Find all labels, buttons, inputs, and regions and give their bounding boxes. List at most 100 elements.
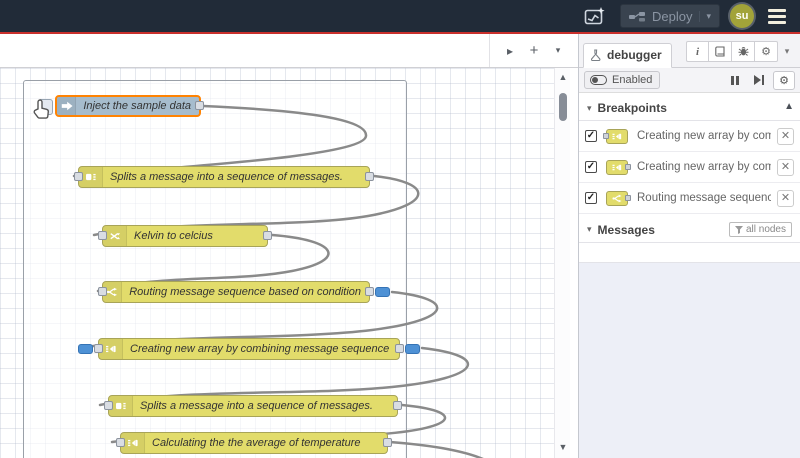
step-next-button[interactable] [749, 71, 769, 89]
workspace-tabbar: ▸ + ▾ [0, 34, 578, 68]
scroll-down-icon[interactable]: ▼ [557, 442, 569, 452]
breakpoints-collapse-icon[interactable]: ▾ [587, 103, 592, 114]
help-book-icon[interactable] [709, 41, 732, 62]
inject-icon-cell [57, 97, 77, 115]
input-port[interactable] [116, 438, 125, 447]
canvas-vertical-scrollbar[interactable]: ▲ ▼ [554, 68, 570, 458]
mini-node-icon [606, 190, 631, 206]
output-port[interactable] [365, 287, 374, 296]
breakpoint-row: ✓ Creating new array by combining messag… [579, 152, 800, 183]
mini-node-icon [603, 128, 628, 144]
tab-debugger[interactable]: debugger [583, 43, 672, 68]
flow-node-join[interactable]: Calculating the the average of temperatu… [116, 432, 392, 454]
node-label: Creating new array by combining message … [130, 343, 390, 355]
flow-node-split[interactable]: Splits a message into a sequence of mess… [74, 166, 374, 188]
messages-gap [579, 243, 800, 263]
toggle-icon [590, 75, 607, 85]
breakpoint-row: ✓ Routing message sequence based on cond… [579, 183, 800, 214]
flow-node-change[interactable]: Kelvin to celcius [98, 225, 272, 247]
debug-bug-icon[interactable] [732, 41, 755, 62]
enabled-label: Enabled [612, 74, 653, 86]
breakpoints-section-header[interactable]: ▾ Breakpoints ▲ [579, 93, 800, 121]
flow-editor: ▸ + ▾ Inject the sample data Splits a me… [0, 34, 578, 458]
join-node-icon [127, 439, 138, 447]
breakpoint-indicator-out[interactable] [375, 287, 390, 297]
breakpoints-title: Breakpoints [597, 101, 667, 115]
flow-node-split[interactable]: Splits a message into a sequence of mess… [104, 395, 402, 417]
mini-port-out [625, 164, 631, 170]
remove-breakpoint-button[interactable]: ✕ [777, 127, 794, 145]
flow-list-caret-icon[interactable]: ▾ [548, 41, 568, 61]
change-node-icon [109, 233, 120, 240]
messages-section-header[interactable]: ▾ Messages all nodes [579, 214, 800, 243]
split-node-icon [85, 173, 96, 181]
input-port[interactable] [98, 287, 107, 296]
messages-filter-button[interactable]: all nodes [728, 222, 792, 237]
output-port[interactable] [393, 401, 402, 410]
breakpoint-indicator-out[interactable] [405, 344, 420, 354]
output-port[interactable] [383, 438, 392, 447]
sidebar-scroll-up-icon[interactable]: ▲ [784, 101, 794, 112]
deploy-button[interactable]: Deploy ▾ [620, 4, 720, 28]
output-port[interactable] [263, 231, 272, 240]
remove-breakpoint-button[interactable]: ✕ [777, 158, 794, 176]
scrollbar-thumb[interactable] [559, 93, 567, 121]
messages-empty-area [579, 263, 800, 458]
flow-canvas[interactable]: Inject the sample data Splits a message … [0, 68, 554, 458]
input-port[interactable] [74, 172, 83, 181]
mini-port-out [625, 195, 631, 201]
messages-filter-label: all nodes [745, 224, 786, 235]
deploy-nodes-icon [629, 11, 645, 21]
output-port[interactable] [365, 172, 374, 181]
output-port[interactable] [395, 344, 404, 353]
pause-button[interactable] [725, 71, 745, 89]
deploy-label: Deploy [652, 8, 693, 24]
node-label: Calculating the the average of temperatu… [152, 437, 361, 449]
flow-node-inject[interactable]: Inject the sample data [38, 95, 204, 117]
breakpoints-list: ✓ Creating new array by combining messag… [579, 121, 800, 214]
switch-node-icon [107, 287, 118, 297]
split-node-icon [115, 402, 126, 410]
flow-node-switch[interactable]: Routing message sequence based on condit… [98, 281, 390, 303]
scroll-up-icon[interactable]: ▲ [557, 72, 569, 82]
breakpoint-label: Creating new array by combining message … [637, 161, 771, 173]
input-port[interactable] [104, 401, 113, 410]
node-label: Splits a message into a sequence of mess… [110, 171, 343, 183]
node-label: Inject the sample data [83, 100, 191, 112]
debugger-toolbar: Enabled ⚙ [579, 68, 800, 93]
step-next-icon [753, 75, 765, 85]
tab-scroll-right-icon[interactable]: ▸ [500, 41, 520, 61]
filter-funnel-icon [734, 225, 743, 234]
input-port[interactable] [94, 344, 103, 353]
inject-trigger-button[interactable] [38, 99, 53, 115]
flow-node-join[interactable]: Creating new array by combining message … [78, 338, 420, 360]
node-label: Splits a message into a sequence of mess… [140, 400, 373, 412]
deploy-caret-icon[interactable]: ▾ [699, 10, 711, 22]
debugger-enabled-toggle[interactable]: Enabled [584, 71, 661, 89]
breakpoint-indicator-in[interactable] [78, 344, 93, 354]
messages-title: Messages [597, 222, 655, 237]
breakpoint-checkbox[interactable]: ✓ [585, 192, 597, 204]
breakpoint-label: Creating new array by combining message … [637, 130, 771, 142]
remove-breakpoint-button[interactable]: ✕ [777, 189, 794, 207]
app-header: Deploy ▾ su [0, 0, 800, 32]
debugger-settings-icon[interactable]: ⚙ [773, 70, 795, 90]
mini-port-in [603, 133, 609, 139]
main-menu-icon[interactable] [764, 5, 790, 28]
messages-collapse-icon[interactable]: ▾ [587, 224, 592, 235]
add-flow-button[interactable]: + [524, 41, 544, 61]
sidebar-gear-icon[interactable]: ⚙ [755, 41, 778, 62]
info-tab-icon[interactable]: i [686, 41, 709, 62]
breakpoint-checkbox[interactable]: ✓ [585, 130, 597, 142]
mini-node-icon [606, 159, 631, 175]
sidebar-tabs-caret-icon[interactable]: ▾ [778, 46, 796, 57]
breakpoint-row: ✓ Creating new array by combining messag… [579, 121, 800, 152]
input-port[interactable] [98, 231, 107, 240]
tab-debugger-label: debugger [607, 48, 662, 62]
join-node-icon [612, 133, 622, 139]
user-avatar[interactable]: su [730, 4, 754, 28]
output-port[interactable] [195, 101, 204, 110]
sidebar-tabbar: debugger i ⚙ ▾ [579, 34, 800, 68]
breakpoint-checkbox[interactable]: ✓ [585, 161, 597, 173]
flow-assistant-icon[interactable] [580, 4, 610, 28]
